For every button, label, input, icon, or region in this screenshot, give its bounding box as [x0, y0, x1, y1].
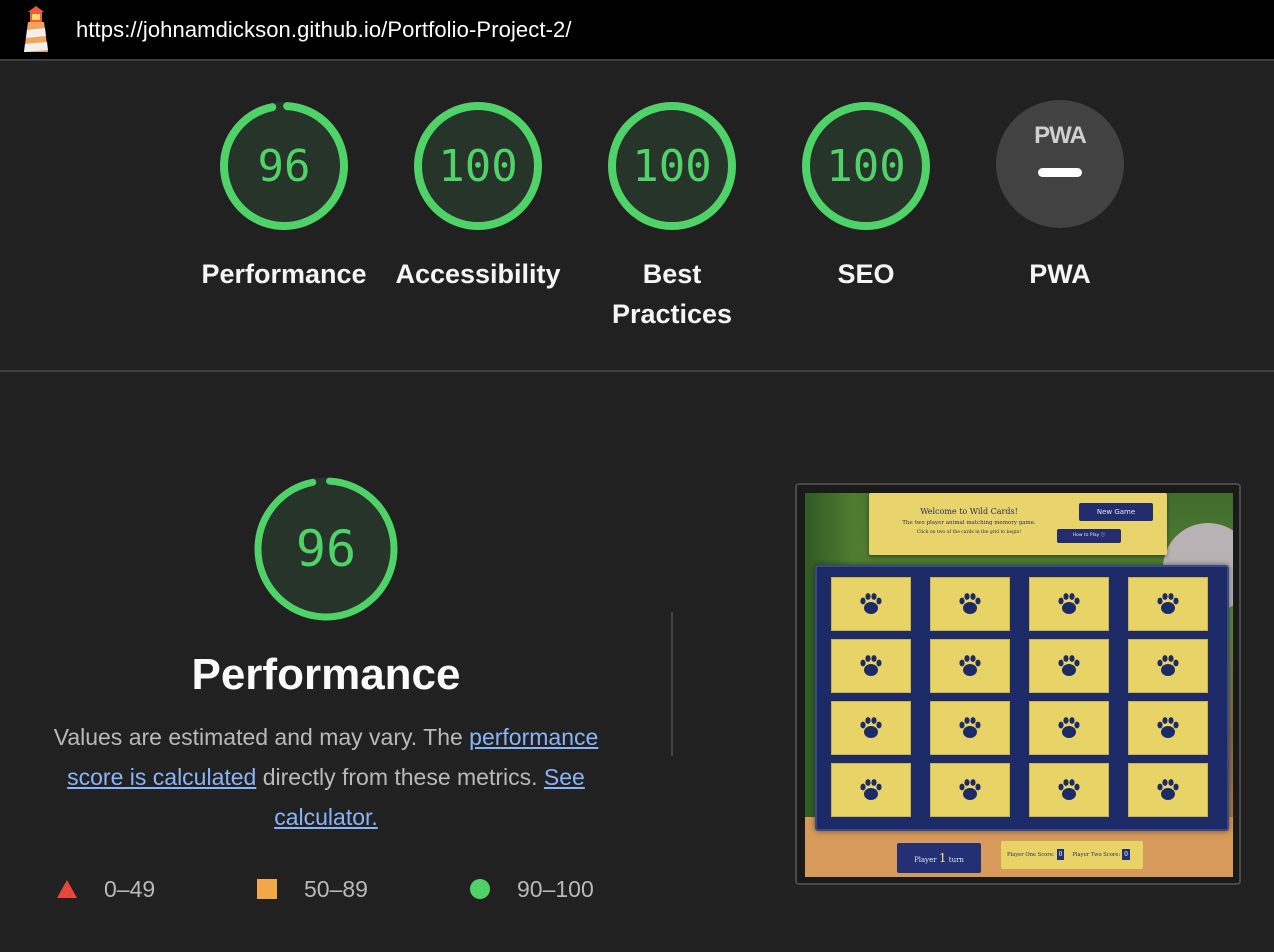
game-card [930, 701, 1010, 755]
turn-suffix: turn [948, 856, 964, 864]
gauge-label-line: Best [642, 259, 702, 289]
game-card [1128, 763, 1208, 817]
pwa-icon: PWA [1034, 122, 1087, 149]
legend-range: 50–89 [304, 875, 368, 902]
legend-item-average: 50–89 [256, 875, 368, 903]
game-card [1029, 639, 1109, 693]
gauge-dial: 96 [218, 100, 350, 232]
vertical-divider [671, 612, 673, 756]
paw-icon [860, 593, 882, 614]
gauge-score: 96 [257, 140, 311, 192]
turn-prefix: Player [914, 856, 937, 864]
game-card [1128, 639, 1208, 693]
paw-icon [860, 655, 882, 676]
game-card [831, 763, 911, 817]
game-card [831, 577, 911, 631]
player-one-label: Player One Score: [1007, 852, 1055, 858]
game-card [1029, 701, 1109, 755]
description-text: Values are estimated and may vary. The [53, 724, 470, 750]
legend-item-pass: 90–100 [469, 875, 594, 903]
welcome-subtitle: The two player animal matching memory ga… [902, 520, 1036, 526]
gauge-label: Best Practices [577, 254, 767, 334]
gauge-score: 100 [632, 140, 712, 192]
legend-range: 90–100 [517, 875, 594, 902]
turn-number: 1 [938, 851, 947, 865]
card-grid [815, 565, 1229, 831]
how-to-play-button: How to Play ⓘ [1057, 529, 1121, 543]
url-bar: https://johnamdickson.github.io/Portfoli… [0, 0, 1274, 61]
game-card [1128, 701, 1208, 755]
gauge-pwa[interactable]: PWA PWA [965, 100, 1155, 294]
game-card [1029, 763, 1109, 817]
player-two-score: 0 [1122, 849, 1130, 860]
legend-item-fail: 0–49 [56, 875, 155, 903]
game-card [831, 701, 911, 755]
paw-icon [1058, 779, 1080, 800]
lighthouse-icon [24, 6, 48, 52]
paw-icon [860, 779, 882, 800]
square-icon [257, 879, 277, 899]
player-two-label: Player Two Score: [1072, 852, 1121, 858]
player-one-score: 0 [1056, 849, 1065, 860]
game-card [930, 577, 1010, 631]
paw-icon [1157, 779, 1179, 800]
gauge-label-line: Practices [611, 299, 733, 329]
turn-indicator: Player 1 turn [897, 843, 981, 873]
final-screenshot[interactable]: Welcome to Wild Cards! The two player an… [795, 483, 1241, 885]
gauge-label: PWA [1029, 259, 1091, 289]
score-gauges: 96 Performance 100 Accessibility 100 Bes… [0, 62, 1274, 371]
paw-icon [1157, 593, 1179, 614]
score-panel: Player One Score: 0 Player Two Score: 0 [1001, 841, 1143, 869]
paw-icon [959, 655, 981, 676]
gauge-label: SEO [837, 259, 895, 289]
performance-title: Performance [191, 650, 461, 699]
gauge-best-practices[interactable]: 100 Best Practices [577, 100, 767, 334]
pwa-dash-icon [1038, 168, 1082, 177]
gauge-dial: 100 [800, 100, 932, 232]
gauge-label: Performance [201, 259, 367, 289]
paw-icon [959, 779, 981, 800]
paw-icon [959, 717, 981, 738]
paw-icon [860, 717, 882, 738]
paw-icon [1157, 717, 1179, 738]
performance-big-gauge: 96 [252, 475, 400, 623]
legend-range: 0–49 [104, 875, 156, 902]
game-preview: Welcome to Wild Cards! The two player an… [805, 493, 1233, 877]
report-url[interactable]: https://johnamdickson.github.io/Portfoli… [76, 17, 572, 43]
performance-section: 96 Performance Values are estimated and … [0, 372, 1274, 952]
gauge-dial: 100 [412, 100, 544, 232]
game-card [930, 639, 1010, 693]
welcome-title: Welcome to Wild Cards! [920, 507, 1018, 516]
circle-icon [470, 879, 490, 899]
triangle-icon [57, 880, 77, 898]
welcome-panel: Welcome to Wild Cards! The two player an… [869, 493, 1167, 555]
paw-icon [1058, 717, 1080, 738]
game-card [1128, 577, 1208, 631]
pwa-badge: PWA [996, 100, 1124, 228]
description-text: directly from these metrics. [256, 764, 544, 790]
gauge-performance[interactable]: 96 Performance [189, 100, 379, 294]
gauge-label: Accessibility [395, 259, 561, 289]
game-card [1029, 577, 1109, 631]
new-game-button: New Game [1079, 503, 1153, 521]
game-card [930, 763, 1010, 817]
paw-icon [1157, 655, 1179, 676]
gauge-score: 96 [295, 520, 357, 578]
gauge-score: 100 [826, 140, 906, 192]
paw-icon [959, 593, 981, 614]
gauge-score: 100 [438, 140, 518, 192]
paw-icon [1058, 593, 1080, 614]
gauge-accessibility[interactable]: 100 Accessibility [383, 100, 573, 294]
welcome-instructions: Click on two of the cards in the grid to… [916, 530, 1022, 535]
gauge-dial: 100 [606, 100, 738, 232]
game-card [831, 639, 911, 693]
gauge-seo[interactable]: 100 SEO [771, 100, 961, 294]
performance-description: Values are estimated and may vary. The p… [30, 717, 622, 837]
paw-icon [1058, 655, 1080, 676]
